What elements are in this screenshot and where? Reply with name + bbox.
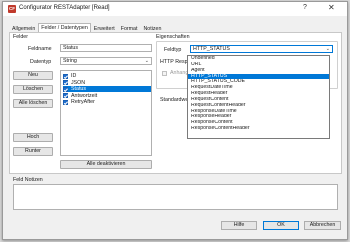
loeschen-button[interactable]: Löschen: [13, 85, 53, 94]
title-bar: CF Configurator RESTAdapter [Read] ? ✕: [3, 2, 347, 16]
window-title: Configurator RESTAdapter [Read]: [19, 5, 110, 11]
http-response-label: HTTP Respo: [160, 59, 191, 65]
chevron-down-icon: ⌄: [144, 58, 149, 64]
field-label: Status: [71, 86, 87, 92]
neu-button[interactable]: Neu: [13, 71, 53, 80]
help-icon[interactable]: ?: [303, 4, 307, 11]
list-item[interactable]: RetryAfter: [63, 99, 151, 105]
felder-group-label: Felder: [13, 34, 29, 40]
field-checkbox[interactable]: [63, 73, 68, 79]
runter-button[interactable]: Runter: [13, 147, 53, 156]
tab-erweitert[interactable]: Erweitert: [91, 24, 118, 32]
feldtyp-label: Feldtyp: [164, 47, 182, 53]
tab-felder-datentypen[interactable]: Felder / Datentypen: [38, 23, 91, 32]
field-checkbox[interactable]: [63, 86, 68, 92]
list-item[interactable]: ID: [63, 73, 151, 79]
app-icon-label: CF: [9, 5, 15, 11]
cancel-button[interactable]: Abbrechen: [304, 221, 341, 230]
tab-allgemein[interactable]: Allgemein: [9, 24, 38, 32]
tab-notizen[interactable]: Notizen: [140, 24, 164, 32]
alle-deaktivieren-button[interactable]: Alle deaktivieren: [60, 160, 152, 169]
feldname-label: Feldname: [28, 46, 52, 52]
anhang-label: Anhang: [170, 70, 189, 76]
app-icon: CF: [8, 5, 16, 13]
feldname-input[interactable]: Status: [60, 44, 152, 52]
feld-notizen-textarea[interactable]: [13, 184, 338, 210]
configurator-window: CF Configurator RESTAdapter [Read] ? ✕ A…: [2, 1, 348, 240]
list-item[interactable]: Antwortzeit: [63, 93, 151, 99]
datentyp-value: String: [63, 58, 77, 64]
alle-loeschen-button[interactable]: Alle löschen: [13, 99, 53, 108]
feldtyp-select[interactable]: HTTP_STATUS ⌄: [190, 45, 333, 53]
tab-format[interactable]: Format: [118, 24, 141, 32]
datentyp-select[interactable]: String ⌄: [60, 57, 152, 65]
list-item[interactable]: JSON: [63, 80, 151, 86]
field-label: JSON: [71, 79, 86, 86]
field-label: Antwortzeit: [71, 92, 98, 99]
feld-notizen-label: Feld Notizen: [13, 177, 43, 183]
feldtyp-option[interactable]: ResponseContentHeader: [188, 126, 329, 132]
list-item[interactable]: Status: [63, 86, 151, 92]
ok-button[interactable]: OK: [263, 221, 299, 230]
field-checkbox[interactable]: [63, 93, 68, 98]
hoch-button[interactable]: Hoch: [13, 133, 53, 142]
field-label: RetryAfter: [71, 99, 95, 105]
chevron-down-icon: ⌄: [325, 46, 330, 52]
fields-list[interactable]: ID JSON Status Antwortzeit RetryAfter: [60, 70, 152, 156]
anhang-checkbox[interactable]: [162, 71, 167, 76]
field-checkbox[interactable]: [63, 99, 68, 105]
help-button[interactable]: Hilfe: [221, 221, 257, 230]
field-checkbox[interactable]: [63, 80, 68, 85]
datentyp-label: Datentyp: [30, 59, 52, 65]
feldtyp-value: HTTP_STATUS: [193, 46, 230, 52]
tab-bar: Allgemein Felder / Datentypen Erweitert For…: [9, 23, 164, 32]
feldtyp-dropdown-list[interactable]: Undefined URL Agent HTTP_STATUS HTTP_STATUS_…: [187, 55, 330, 139]
field-label: ID: [71, 73, 77, 79]
close-icon[interactable]: ✕: [328, 3, 335, 12]
eigenschaften-group-label: Eigenschaften: [156, 34, 190, 40]
